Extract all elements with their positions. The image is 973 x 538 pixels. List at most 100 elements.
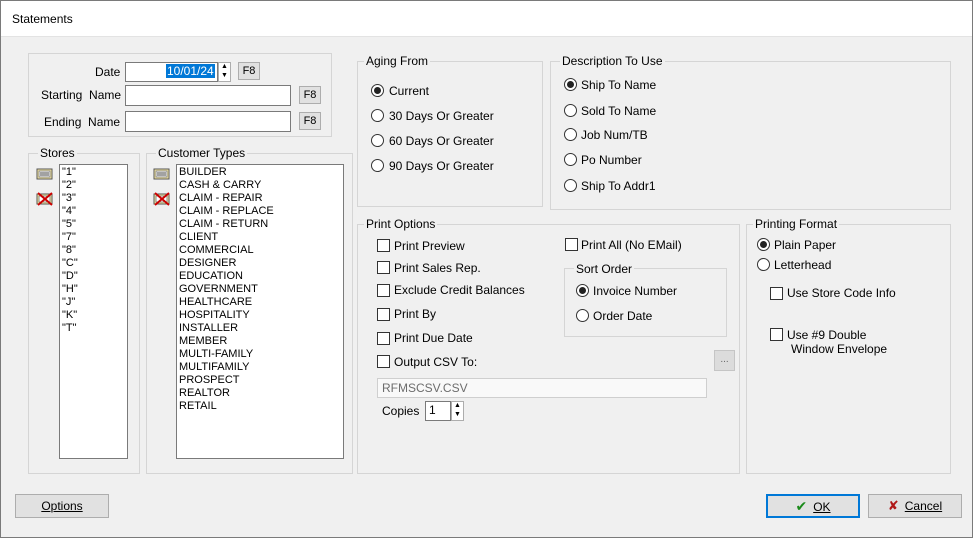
list-item[interactable]: "J" — [60, 296, 127, 309]
list-item[interactable]: "7" — [60, 231, 127, 244]
browse-csv-button[interactable]: ... — [714, 350, 735, 371]
ending-name-input[interactable] — [125, 111, 291, 132]
aging-30-label[interactable]: 30 Days Or Greater — [389, 109, 494, 123]
desc-sold-to-name-radio[interactable] — [564, 104, 577, 117]
starting-name-input[interactable] — [125, 85, 291, 106]
print-all-label[interactable]: Print All (No EMail) — [581, 238, 682, 252]
desc-ship-to-name-radio[interactable] — [564, 78, 577, 91]
list-item[interactable]: GOVERNMENT — [177, 283, 343, 296]
print-due-date-checkbox[interactable] — [377, 332, 390, 345]
print-due-date-label[interactable]: Print Due Date — [394, 331, 473, 345]
aging-90-label[interactable]: 90 Days Or Greater — [389, 159, 494, 173]
letterhead-radio[interactable] — [757, 258, 770, 271]
print-by-label[interactable]: Print By — [394, 307, 436, 321]
list-item[interactable]: CLAIM - REPAIR — [177, 192, 343, 205]
list-item[interactable]: BUILDER — [177, 166, 343, 179]
copies-input[interactable]: 1 — [425, 401, 451, 421]
exclude-credit-checkbox[interactable] — [377, 284, 390, 297]
sort-order-date-label[interactable]: Order Date — [593, 309, 652, 323]
desc-po-number-radio[interactable] — [564, 153, 577, 166]
spin-up-icon[interactable]: ▲ — [219, 63, 230, 72]
window-envelope-label[interactable]: Window Envelope — [791, 342, 887, 356]
list-item[interactable]: MEMBER — [177, 335, 343, 348]
copies-spinner[interactable]: ▲ ▼ — [451, 401, 464, 421]
list-item[interactable]: CLAIM - RETURN — [177, 218, 343, 231]
list-item[interactable]: MULTI-FAMILY — [177, 348, 343, 361]
spin-down-icon[interactable]: ▼ — [452, 411, 463, 420]
desc-sold-to-name-label[interactable]: Sold To Name — [581, 104, 656, 118]
use-9-double-checkbox[interactable] — [770, 328, 783, 341]
desc-ship-to-addr-radio[interactable] — [564, 179, 577, 192]
list-item[interactable]: "8" — [60, 244, 127, 257]
print-by-checkbox[interactable] — [377, 308, 390, 321]
aging-30-radio[interactable] — [371, 109, 384, 122]
csv-path-input[interactable]: RFMSCSV.CSV — [377, 378, 707, 398]
print-all-checkbox[interactable] — [565, 238, 578, 251]
output-csv-checkbox[interactable] — [377, 355, 390, 368]
list-item[interactable]: "H" — [60, 283, 127, 296]
list-item[interactable]: INSTALLER — [177, 322, 343, 335]
aging-current-radio[interactable] — [371, 84, 384, 97]
list-item[interactable]: HEALTHCARE — [177, 296, 343, 309]
select-all-types-icon[interactable] — [153, 167, 171, 181]
aging-60-label[interactable]: 60 Days Or Greater — [389, 134, 494, 148]
list-item[interactable]: "D" — [60, 270, 127, 283]
use-store-code-checkbox[interactable] — [770, 287, 783, 300]
date-input[interactable]: 10/01/24 — [125, 62, 218, 82]
customer-types-list[interactable]: BUILDER CASH & CARRY CLAIM - REPAIR CLAI… — [176, 164, 344, 459]
print-preview-label[interactable]: Print Preview — [394, 239, 465, 253]
ending-name-f8-button[interactable]: F8 — [299, 112, 321, 130]
list-item[interactable]: "2" — [60, 179, 127, 192]
cancel-button[interactable]: ✘ Cancel — [868, 494, 962, 518]
list-item[interactable]: MULTIFAMILY — [177, 361, 343, 374]
use-store-code-label[interactable]: Use Store Code Info — [787, 286, 896, 300]
select-all-stores-icon[interactable] — [36, 167, 54, 181]
stores-list[interactable]: "1" "2" "3" "4" "5" "7" "8" "C" "D" "H" … — [59, 164, 128, 459]
list-item[interactable]: "1" — [60, 166, 127, 179]
ok-button[interactable]: ✔ OK — [766, 494, 860, 518]
spin-down-icon[interactable]: ▼ — [219, 72, 230, 81]
list-item[interactable]: COMMERCIAL — [177, 244, 343, 257]
clear-types-icon[interactable] — [153, 192, 171, 206]
sort-invoice-number-radio[interactable] — [576, 284, 589, 297]
output-csv-label[interactable]: Output CSV To: — [394, 355, 477, 369]
list-item[interactable]: REALTOR — [177, 387, 343, 400]
list-item[interactable]: "3" — [60, 192, 127, 205]
exclude-credit-label[interactable]: Exclude Credit Balances — [394, 283, 525, 297]
date-f8-button[interactable]: F8 — [238, 62, 260, 80]
plain-paper-label[interactable]: Plain Paper — [774, 238, 836, 252]
aging-current-label[interactable]: Current — [389, 84, 429, 98]
date-spinner[interactable]: ▲ ▼ — [218, 62, 231, 82]
clear-stores-icon[interactable] — [36, 192, 54, 206]
letterhead-label[interactable]: Letterhead — [774, 258, 831, 272]
desc-ship-to-name-label[interactable]: Ship To Name — [581, 78, 656, 92]
list-item[interactable]: "T" — [60, 322, 127, 335]
desc-po-number-label[interactable]: Po Number — [581, 153, 642, 167]
print-sales-rep-checkbox[interactable] — [377, 261, 390, 274]
print-preview-checkbox[interactable] — [377, 239, 390, 252]
list-item[interactable]: "C" — [60, 257, 127, 270]
list-item[interactable]: RETAIL — [177, 400, 343, 413]
sort-order-date-radio[interactable] — [576, 309, 589, 322]
list-item[interactable]: CLIENT — [177, 231, 343, 244]
use-9-double-label[interactable]: Use #9 Double — [787, 328, 866, 342]
spin-up-icon[interactable]: ▲ — [452, 402, 463, 411]
plain-paper-radio[interactable] — [757, 238, 770, 251]
aging-90-radio[interactable] — [371, 159, 384, 172]
options-button[interactable]: Options — [15, 494, 109, 518]
list-item[interactable]: CLAIM - REPLACE — [177, 205, 343, 218]
desc-ship-to-addr-label[interactable]: Ship To Addr1 — [581, 179, 656, 193]
list-item[interactable]: PROSPECT — [177, 374, 343, 387]
aging-60-radio[interactable] — [371, 134, 384, 147]
list-item[interactable]: "5" — [60, 218, 127, 231]
starting-name-f8-button[interactable]: F8 — [299, 86, 321, 104]
list-item[interactable]: CASH & CARRY — [177, 179, 343, 192]
list-item[interactable]: HOSPITALITY — [177, 309, 343, 322]
print-sales-rep-label[interactable]: Print Sales Rep. — [394, 261, 481, 275]
sort-invoice-number-label[interactable]: Invoice Number — [593, 284, 677, 298]
list-item[interactable]: EDUCATION — [177, 270, 343, 283]
desc-job-num-radio[interactable] — [564, 128, 577, 141]
list-item[interactable]: "4" — [60, 205, 127, 218]
desc-job-num-label[interactable]: Job Num/TB — [581, 128, 648, 142]
list-item[interactable]: "K" — [60, 309, 127, 322]
